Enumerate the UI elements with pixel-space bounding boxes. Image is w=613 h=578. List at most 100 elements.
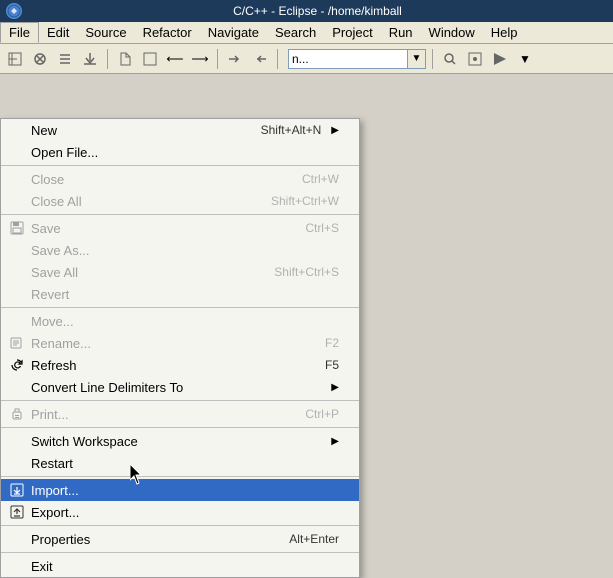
import-icon — [9, 482, 25, 498]
menu-help[interactable]: Help — [483, 22, 526, 43]
menu-project[interactable]: Project — [324, 22, 380, 43]
toolbar-search-area: ▼ — [288, 49, 426, 69]
toolbar-btn-2[interactable] — [29, 48, 51, 70]
toolbar-btn-12[interactable] — [464, 48, 486, 70]
separator-5 — [1, 427, 359, 428]
toolbar-separator-3 — [277, 49, 278, 69]
menu-item-properties[interactable]: Properties Alt+Enter — [1, 528, 359, 550]
menu-item-new[interactable]: New Shift+Alt+N ▶ — [1, 119, 359, 141]
menu-item-close-label: Close — [31, 172, 272, 187]
toolbar-btn-14[interactable]: ▼ — [514, 48, 536, 70]
menu-item-exit[interactable]: Exit — [1, 555, 359, 577]
menu-item-print[interactable]: Print... Ctrl+P — [1, 403, 359, 425]
submenu-arrow-workspace-icon: ▶ — [331, 436, 339, 447]
toolbar-btn-13[interactable] — [489, 48, 511, 70]
menu-edit-label: Edit — [47, 25, 69, 40]
toolbar-btn-8[interactable]: ⟶ — [189, 48, 211, 70]
menu-item-convert-label: Convert Line Delimiters To — [31, 380, 321, 395]
menu-item-exit-label: Exit — [31, 559, 339, 574]
menu-item-open-file-label: Open File... — [31, 145, 339, 160]
menu-item-save[interactable]: Save Ctrl+S — [1, 217, 359, 239]
menu-item-switch-workspace[interactable]: Switch Workspace ▶ — [1, 430, 359, 452]
menu-item-import-label: Import... — [31, 483, 339, 498]
app-icon — [6, 3, 22, 19]
search-input[interactable] — [288, 49, 408, 69]
menu-search[interactable]: Search — [267, 22, 324, 43]
menu-navigate-label: Navigate — [208, 25, 259, 40]
main-content: New Shift+Alt+N ▶ Open File... Close Ctr… — [0, 74, 613, 550]
rename-icon — [9, 335, 25, 351]
menu-item-properties-label: Properties — [31, 532, 259, 547]
menu-item-close-all[interactable]: Close All Shift+Ctrl+W — [1, 190, 359, 212]
toolbar-btn-9[interactable] — [224, 48, 246, 70]
toolbar-btn-7[interactable]: ⟵ — [164, 48, 186, 70]
menu-item-save-as[interactable]: Save As... — [1, 239, 359, 261]
toolbar-btn-3[interactable] — [54, 48, 76, 70]
menu-item-move[interactable]: Move... — [1, 310, 359, 332]
toolbar-separator — [107, 49, 108, 69]
menu-item-save-label: Save — [31, 221, 275, 236]
menu-item-open-file[interactable]: Open File... — [1, 141, 359, 163]
submenu-arrow-icon: ▶ — [331, 125, 339, 136]
menu-item-new-label: New — [31, 123, 231, 138]
menu-item-revert-label: Revert — [31, 287, 339, 302]
window-title: C/C++ - Eclipse - /home/kimball — [28, 4, 607, 18]
menu-item-save-all[interactable]: Save All Shift+Ctrl+S — [1, 261, 359, 283]
menu-item-refresh[interactable]: Refresh F5 — [1, 354, 359, 376]
menu-item-close-shortcut: Ctrl+W — [302, 172, 339, 186]
menu-file[interactable]: File — [0, 22, 39, 43]
toolbar-btn-1[interactable] — [4, 48, 26, 70]
toolbar-btn-6[interactable] — [139, 48, 161, 70]
menu-item-save-all-shortcut: Shift+Ctrl+S — [274, 265, 339, 279]
print-icon — [9, 406, 25, 422]
search-dropdown-btn[interactable]: ▼ — [408, 49, 426, 69]
export-icon — [9, 504, 25, 520]
toolbar-separator-4 — [432, 49, 433, 69]
menu-item-rename-label: Rename... — [31, 336, 295, 351]
menu-item-import[interactable]: Import... — [1, 479, 359, 501]
menu-item-print-shortcut: Ctrl+P — [305, 407, 339, 421]
menu-item-save-as-label: Save As... — [31, 243, 339, 258]
menu-item-close-all-label: Close All — [31, 194, 241, 209]
file-dropdown-menu: New Shift+Alt+N ▶ Open File... Close Ctr… — [0, 118, 360, 578]
submenu-arrow-convert-icon: ▶ — [331, 382, 339, 393]
menu-search-label: Search — [275, 25, 316, 40]
menu-item-restart[interactable]: Restart — [1, 452, 359, 474]
menu-item-rename-shortcut: F2 — [325, 336, 339, 350]
toolbar: ⟵ ⟶ ▼ ▼ — [0, 44, 613, 74]
menu-source-label: Source — [85, 25, 126, 40]
menu-item-save-all-label: Save All — [31, 265, 244, 280]
separator-3 — [1, 307, 359, 308]
menu-run[interactable]: Run — [381, 22, 421, 43]
separator-1 — [1, 165, 359, 166]
save-icon — [9, 220, 25, 236]
menu-item-convert[interactable]: Convert Line Delimiters To ▶ — [1, 376, 359, 398]
menu-item-close[interactable]: Close Ctrl+W — [1, 168, 359, 190]
menu-window[interactable]: Window — [421, 22, 483, 43]
menu-refactor-label: Refactor — [143, 25, 192, 40]
title-bar: C/C++ - Eclipse - /home/kimball — [0, 0, 613, 22]
separator-2 — [1, 214, 359, 215]
menu-edit[interactable]: Edit — [39, 22, 77, 43]
menu-item-export[interactable]: Export... — [1, 501, 359, 523]
menu-item-rename[interactable]: Rename... F2 — [1, 332, 359, 354]
menu-navigate[interactable]: Navigate — [200, 22, 267, 43]
menu-item-restart-label: Restart — [31, 456, 339, 471]
menu-project-label: Project — [332, 25, 372, 40]
separator-4 — [1, 400, 359, 401]
menu-item-move-label: Move... — [31, 314, 339, 329]
separator-6 — [1, 476, 359, 477]
menu-source[interactable]: Source — [77, 22, 134, 43]
menu-item-print-label: Print... — [31, 407, 275, 422]
toolbar-btn-4[interactable] — [79, 48, 101, 70]
toolbar-btn-5[interactable] — [114, 48, 136, 70]
menu-bar: File Edit Source Refactor Navigate Searc… — [0, 22, 613, 44]
menu-item-properties-shortcut: Alt+Enter — [289, 532, 339, 546]
toolbar-btn-11[interactable] — [439, 48, 461, 70]
menu-item-refresh-label: Refresh — [31, 358, 295, 373]
menu-item-revert[interactable]: Revert — [1, 283, 359, 305]
menu-refactor[interactable]: Refactor — [135, 22, 200, 43]
toolbar-btn-10[interactable] — [249, 48, 271, 70]
refresh-icon — [9, 357, 25, 373]
menu-run-label: Run — [389, 25, 413, 40]
